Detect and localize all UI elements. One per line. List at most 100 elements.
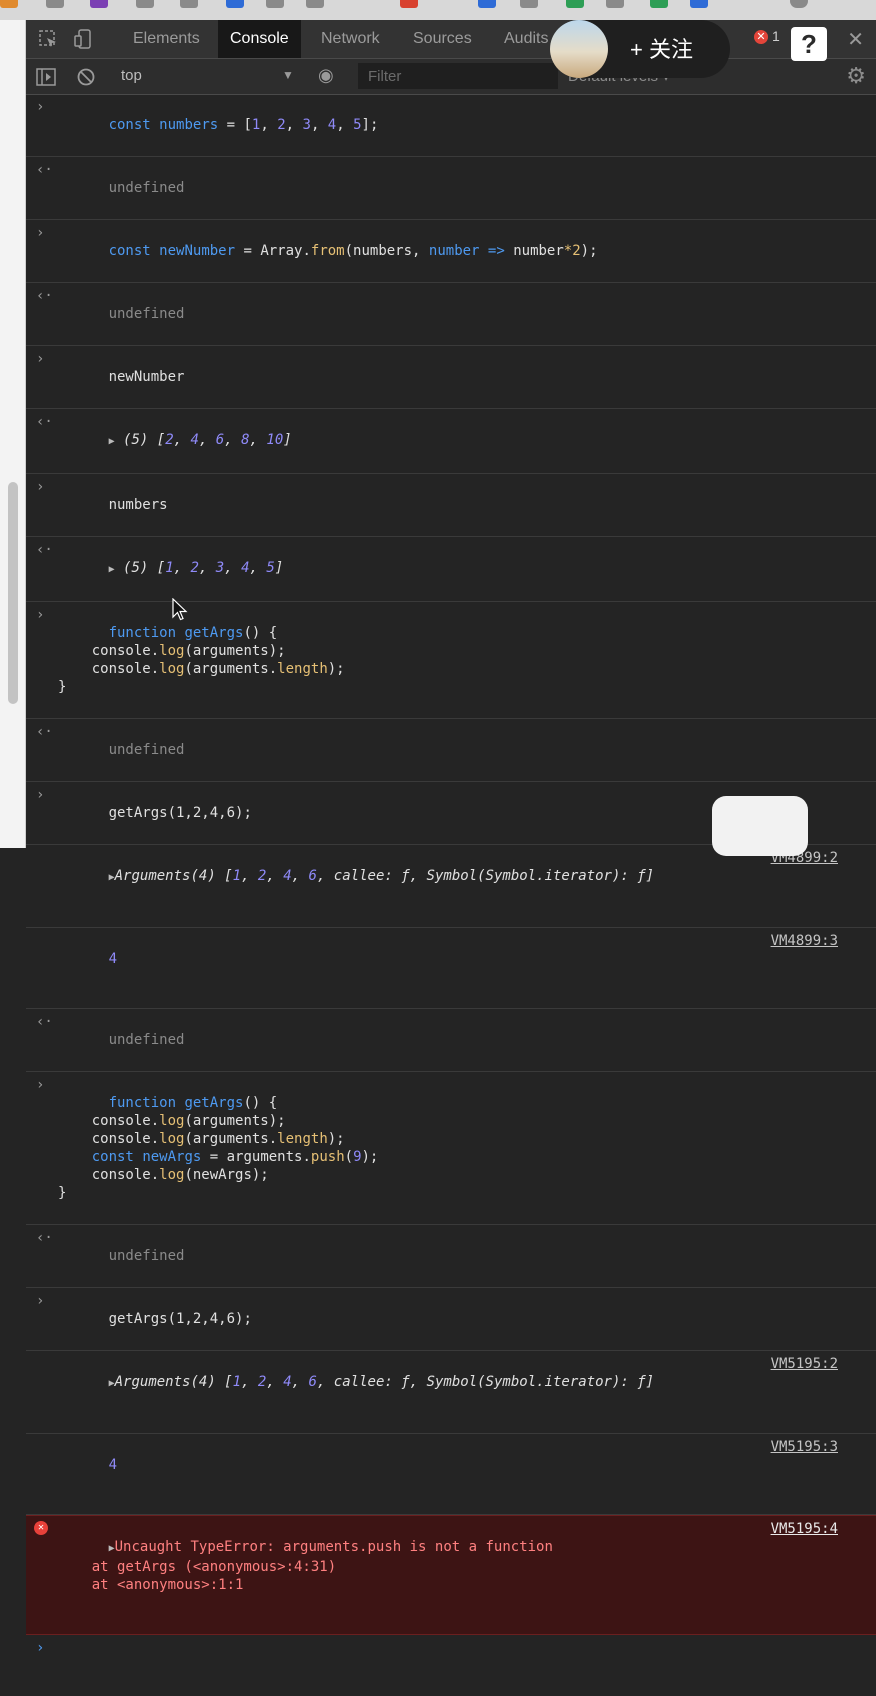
extension-icon[interactable] — [266, 0, 284, 8]
console-result-row: ‹· undefined — [26, 1009, 876, 1072]
console-prompt[interactable]: › — [26, 1635, 876, 1696]
clear-console-icon[interactable] — [76, 67, 96, 87]
input-prompt-icon: › — [36, 99, 45, 115]
console-result-row: ‹· undefined — [26, 719, 876, 782]
source-link[interactable]: VM5195:2 — [771, 1355, 838, 1373]
filter-input[interactable] — [358, 63, 558, 89]
close-devtools-icon[interactable]: ✕ — [847, 27, 864, 52]
extension-icon[interactable] — [520, 0, 538, 8]
console-input-row: › numbers — [26, 474, 876, 537]
avatar — [550, 20, 608, 78]
extension-icon[interactable] — [400, 0, 418, 8]
input-prompt-icon: › — [36, 787, 45, 803]
follow-overlay[interactable]: + 关注 — [550, 20, 730, 78]
extension-icon[interactable] — [306, 0, 324, 8]
extension-icon[interactable] — [226, 0, 244, 8]
console-result-row: ‹· undefined — [26, 157, 876, 220]
console-result-row[interactable]: ‹· ▶ (5) [1, 2, 3, 4, 5] — [26, 537, 876, 602]
mouse-cursor-icon — [172, 598, 188, 621]
input-code: newNumber — [108, 369, 185, 385]
extension-icon[interactable] — [478, 0, 496, 8]
input-code: numbers — [108, 497, 168, 513]
input-code: getArgs(1,2,4,6); — [108, 1311, 252, 1327]
result-arrow-icon: ‹· — [36, 162, 53, 178]
input-prompt-icon: › — [36, 607, 45, 623]
result-arrow-icon: ‹· — [36, 1230, 53, 1246]
chevron-down-icon[interactable]: ▼ — [282, 68, 294, 82]
devtools-tabbar: Elements Console Network Sources Audits … — [26, 20, 876, 59]
video-watermark-icon — [712, 796, 808, 856]
error-icon: ✕ — [754, 30, 768, 45]
console-log-row: 4 VM5195:3 — [26, 1434, 876, 1515]
console-result-row[interactable]: ‹· ▶ (5) [2, 4, 6, 8, 10] — [26, 409, 876, 474]
execution-context-select[interactable]: top — [121, 67, 142, 84]
help-icon[interactable]: ? — [791, 27, 827, 61]
gear-icon[interactable]: ⚙ — [846, 63, 866, 89]
tab-network[interactable]: Network — [309, 20, 392, 58]
console-result-row: ‹· undefined — [26, 283, 876, 346]
result-arrow-icon: ‹· — [36, 724, 53, 740]
input-prompt-icon: › — [36, 351, 45, 367]
input-prompt-icon: › — [36, 479, 45, 495]
console-input-row: › const numbers = [1, 2, 3, 4, 5]; — [26, 94, 876, 157]
console-input-row: › function getArgs() { console.log(argume… — [26, 1072, 876, 1225]
tab-elements[interactable]: Elements — [121, 20, 212, 58]
tab-console[interactable]: Console — [218, 20, 301, 58]
error-count: 1 — [772, 28, 780, 44]
devtools-panel: Elements Console Network Sources Audits … — [26, 20, 876, 1656]
result-text: undefined — [108, 1248, 185, 1264]
browser-toolbar — [0, 0, 876, 20]
result-text: undefined — [108, 306, 185, 322]
profile-avatar-icon[interactable] — [790, 0, 808, 8]
log-value: 4 — [108, 1457, 118, 1473]
extension-icon[interactable] — [650, 0, 668, 8]
result-text: undefined — [108, 1032, 185, 1048]
input-code: getArgs(1,2,4,6); — [108, 805, 252, 821]
console-toolbar: top ▼ ◉ Default levels ▾ ⚙ — [26, 59, 876, 95]
input-prompt-icon: › — [36, 1640, 45, 1656]
extension-icon[interactable] — [46, 0, 64, 8]
result-arrow-icon: ‹· — [36, 414, 53, 430]
input-prompt-icon: › — [36, 1077, 45, 1093]
error-count-badge[interactable]: ✕ 1 — [754, 28, 780, 45]
result-arrow-icon: ‹· — [36, 1014, 53, 1030]
inspect-element-icon[interactable] — [38, 29, 58, 49]
console-error-row[interactable]: ✕ ▶Uncaught TypeError: arguments.push is … — [26, 1515, 876, 1635]
page-scrollbar[interactable] — [8, 482, 18, 704]
source-link[interactable]: VM5195:3 — [771, 1438, 838, 1456]
error-icon: ✕ — [34, 1521, 48, 1535]
console-log-row[interactable]: ▶Arguments(4) [1, 2, 4, 6, callee: ƒ, Sy… — [26, 1351, 876, 1434]
extension-icon[interactable] — [606, 0, 624, 8]
extension-icon[interactable] — [566, 0, 584, 8]
result-text: undefined — [108, 742, 185, 758]
sidebar-toggle-icon[interactable] — [36, 67, 56, 87]
console-log-row[interactable]: ▶Arguments(4) [1, 2, 4, 6, callee: ƒ, Sy… — [26, 845, 876, 928]
console-input-row: › newNumber — [26, 346, 876, 409]
console-log-row: 4 VM4899:3 — [26, 928, 876, 1009]
extension-icon[interactable] — [180, 0, 198, 8]
console-input-row: › const newNumber = Array.from(numbers, n… — [26, 220, 876, 283]
extension-icon[interactable] — [0, 0, 18, 8]
page-gutter — [0, 20, 26, 848]
source-link[interactable]: VM5195:4 — [771, 1520, 838, 1538]
console-output: › const numbers = [1, 2, 3, 4, 5]; ‹· unde… — [26, 94, 876, 1696]
live-expression-eye-icon[interactable]: ◉ — [318, 65, 334, 86]
tab-sources[interactable]: Sources — [401, 20, 484, 58]
extension-icon[interactable] — [690, 0, 708, 8]
console-result-row: ‹· undefined — [26, 1225, 876, 1288]
log-value: 4 — [108, 951, 118, 967]
follow-label: + 关注 — [630, 37, 693, 62]
result-arrow-icon: ‹· — [36, 288, 53, 304]
result-arrow-icon: ‹· — [36, 542, 53, 558]
extension-icon[interactable] — [90, 0, 108, 8]
input-prompt-icon: › — [36, 225, 45, 241]
console-input-row: › getArgs(1,2,4,6); — [26, 1288, 876, 1351]
device-toolbar-icon[interactable] — [74, 29, 94, 49]
result-text: undefined — [108, 180, 185, 196]
expand-triangle-icon[interactable]: ▶ — [109, 564, 115, 575]
console-input-row: › function getArgs() { console.log(argume… — [26, 602, 876, 719]
input-prompt-icon: › — [36, 1293, 45, 1309]
expand-triangle-icon[interactable]: ▶ — [109, 436, 115, 447]
source-link[interactable]: VM4899:3 — [771, 932, 838, 950]
extension-icon[interactable] — [136, 0, 154, 8]
